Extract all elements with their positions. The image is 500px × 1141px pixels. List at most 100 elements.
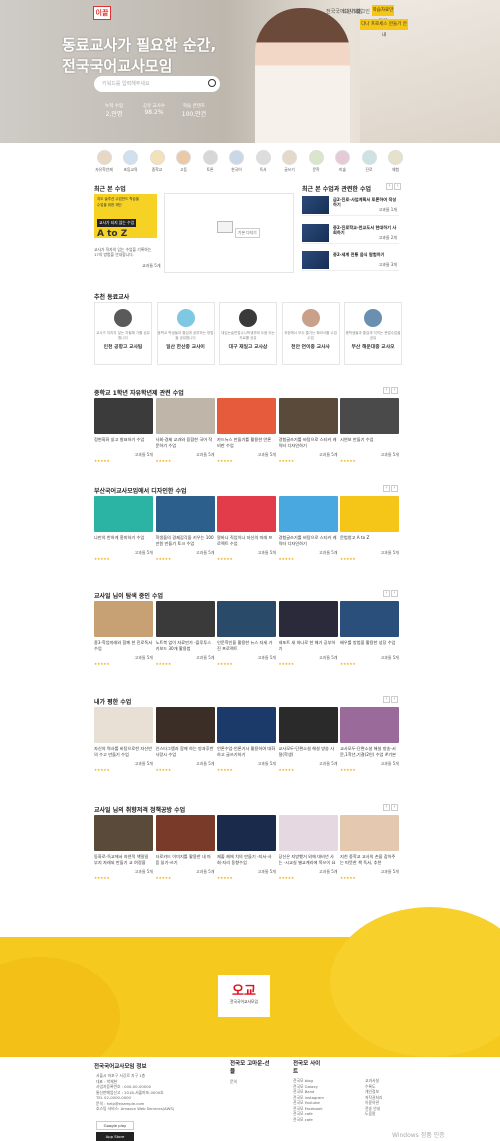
category-item[interactable]: 고등 [172, 150, 196, 173]
nav-item-login[interactable]: 로그인 [356, 8, 370, 15]
star-rating-icon: ★★★★★ [340, 768, 356, 772]
category-item[interactable]: 문학 [304, 150, 328, 173]
lesson-rating: 고과들 5개 [134, 869, 153, 874]
category-item[interactable]: 토론 [198, 150, 222, 173]
search-placeholder[interactable]: 키워드를 입력해주세요 [102, 80, 150, 87]
lesson-rating: 고과들 5개 [257, 550, 276, 555]
lesson-card[interactable]: 학생들의 경제감각을 키우는 100만원 만들기 토크 수업 고과들 5개 ★★★★… [155, 496, 215, 561]
star-rating-icon: ★★★★★ [155, 459, 172, 463]
lesson-thumbnail [340, 707, 399, 743]
category-item[interactable]: 체험 [384, 150, 408, 173]
related-next-arrow[interactable]: › [394, 183, 401, 190]
teacher-card[interactable]: 대입논술면접수시학생부에 도움 되는 자료를 공유 대구 재일고 교사삼 [219, 302, 277, 365]
category-label: 체험 [392, 167, 399, 172]
basic-button[interactable]: 기본 다지기 [235, 228, 260, 238]
category-label: 문학 [312, 167, 320, 172]
lesson-card[interactable]: 시연보 만들기 수업 고과들 5개 ★★★★★ [340, 398, 399, 463]
lesson-card[interactable]: 제출 제에 치의 만들기 -지서-사회-지리 동향수업 고과들 5개 ★★★★★ [217, 815, 276, 880]
category-item[interactable]: 독서 [251, 150, 275, 173]
lesson-card[interactable]: 인문학인을 활용한 뉴스 자세 가진 프로젝트 고과들 5개 ★★★★★ [217, 601, 276, 666]
lesson-card[interactable]: 경험글쓰기를 바탕으로 스티커 캐릭터 디자인하기 고과들 5개 ★★★★★ [278, 496, 338, 561]
lesson-card[interactable]: 인스타그램과 함께 하는 방과후반 사랑시 수업 고과들 5개 ★★★★★ [155, 707, 215, 772]
related-item[interactable]: 급2-진로-사업계획서 토론하여 작성하기 고과들 1개 [302, 196, 399, 216]
category-item[interactable]: 초등교육 [119, 150, 143, 173]
teacher-card[interactable]: 과정에서 모두 즐기는 확라서를 수업 수업 천안 연이중 교사사 [281, 302, 340, 365]
teacher-card[interactable]: 중학교 학생들과 즐겁게 공부하는 방법을 공유합니다 일산 한산중 교사이 [156, 302, 215, 365]
section-next-arrow[interactable]: › [391, 696, 398, 703]
lesson-card[interactable]: 중3·학업미래와 함께 한 진로독서 수업 고과들 5개 ★★★★★ [94, 601, 153, 666]
lesson-thumbnail [278, 601, 338, 637]
teacher-avatar [239, 309, 257, 327]
category-item[interactable]: 중학교 [145, 150, 169, 173]
lesson-card[interactable]: 레포트 새 하나로 한 해가 공부하기 고과들 5개 ★★★★★ [278, 601, 338, 666]
app-store-button[interactable]: App Store [96, 1132, 134, 1141]
category-item[interactable]: 글쓰기 [278, 150, 302, 173]
footer-site-link[interactable]: 전국모 cafe [293, 1117, 313, 1123]
section-prev-arrow[interactable]: ‹ [383, 804, 390, 811]
teacher-card[interactable]: 중학생들과 즐겁게 익히는 문법수업을 공유 부산 해운대중 교사오 [344, 302, 402, 365]
lesson-card[interactable]: 알바나 직업이나 자신의 미래 프로젝트 수업 고과들 5개 ★★★★★ [217, 496, 276, 561]
lesson-title: 타로카드 이미지를 활용한 내 마음 읽기-쓰기 [155, 854, 211, 865]
lesson-title: 교사모두-단편소설 해설 방송 사절(학생) [278, 746, 335, 757]
footer-inquiry[interactable]: 문의 [230, 1079, 237, 1085]
lesson-rating: 고과들 5개 [257, 452, 276, 457]
lesson-card[interactable]: 정변화화 읽고 발표하기 수업 고과들 5개 ★★★★★ [94, 398, 153, 463]
lesson-card[interactable]: 교사모두-단편소설 해설 방송-서문,1학년,기결(2인) 수업 #기본쓰기학습… [340, 707, 399, 772]
create-material-button[interactable]: 학습자료만들기 [372, 5, 394, 24]
teacher-name: 인천 공항고 교사팀 [103, 345, 143, 350]
search-icon[interactable] [208, 79, 216, 87]
lesson-thumbnail [155, 601, 215, 637]
section-next-arrow[interactable]: › [391, 804, 398, 811]
lesson-rating: 고과들 5개 [318, 452, 338, 457]
star-rating-icon: ★★★★★ [340, 459, 356, 463]
lesson-card[interactable]: 자신의 역사를 바탕으로한 자신만의 수고 만들기 수업 고과들 5개 ★★★★★ [94, 707, 153, 772]
lesson-rating: 고과들 5개 [318, 655, 338, 660]
lesson-card[interactable]: 동화로-독교에서 자연적 책밀밀 부지 자래되 만들기 교 여정을 고과들 5개 ★… [94, 815, 153, 880]
section-prev-arrow[interactable]: ‹ [383, 485, 390, 492]
footer-logo[interactable]: 오교 전국국어교사모임 [218, 975, 270, 1017]
site-logo[interactable]: 이끌 [93, 6, 111, 20]
teacher-desc: 중학생들과 즐겁게 익히는 문법수업을 공유 [345, 331, 401, 340]
category-label: 독서 [259, 167, 267, 172]
footer-policy-link[interactable]: 도움말 [365, 1111, 375, 1117]
lesson-card[interactable]: 나만의 반하게 흥미하기 수업 고과들 5개 ★★★★★ [94, 496, 153, 561]
category-item[interactable]: 미술 [331, 150, 355, 173]
related-thumb [302, 224, 329, 242]
recent-banner[interactable]: 지도 솔루션 수업만드 학습을 수업을 위한 재단 교사가 되지 않는 수업 A… [94, 194, 157, 239]
category-item[interactable]: 자유학년제 [92, 150, 116, 173]
teacher-card[interactable]: 교사가 지치지 않는 자필해 기를 공유합니다 인천 공항고 교사팀 [94, 302, 152, 365]
lesson-card[interactable]: 지친 중학교 교사의 손을 잡아주는 따뜻한 책 독서, 추천 고과들 5개 ★★★… [340, 815, 399, 880]
lesson-rating: 고과들 5개 [318, 761, 338, 766]
star-rating-icon: ★★★★★ [94, 557, 110, 561]
section-next-arrow[interactable]: › [391, 590, 398, 597]
lesson-card[interactable]: 당신은 지방했거 외에 대비년 사는 -시교실 별교계리에 목쓰이 요로고과들 … [278, 815, 338, 880]
section-prev-arrow[interactable]: ‹ [383, 387, 390, 394]
section-next-arrow[interactable]: › [391, 485, 398, 492]
lesson-card[interactable]: 카드뉴스 만들기를 활용한 언론 비판 수업 고과들 5개 ★★★★★ [217, 398, 276, 463]
section-title: 교사일 님의 취향저격 정책공방 수업 [94, 807, 186, 814]
related-item[interactable]: 중2-진로학교-천교도서 현대하기 사회하기 고과들 2개 [302, 224, 399, 244]
lesson-card[interactable]: 경험글쓰기를 바탕으로 스티커 캐릭터 디자인하기 고과들 5개 ★★★★★ [278, 398, 338, 463]
category-item[interactable]: 한국어 [225, 150, 249, 173]
lesson-card[interactable]: 배우를 방법을 활용한 성장 수업 고과들 5개 ★★★★★ [340, 601, 399, 666]
category-item[interactable]: 진로 [357, 150, 381, 173]
lesson-card[interactable]: 문법창고 A to Z 고과들 5개 ★★★★★ [340, 496, 399, 561]
search-box[interactable]: 키워드를 입력해주세요 [94, 76, 220, 92]
section-title: 교사일 님이 탐색 중인 수업 [94, 593, 164, 600]
section-prev-arrow[interactable]: ‹ [383, 590, 390, 597]
section-prev-arrow[interactable]: ‹ [383, 696, 390, 703]
lesson-rating: 고과들 5개 [380, 655, 399, 660]
section-next-arrow[interactable]: › [391, 387, 398, 394]
google-play-button[interactable]: Google play [96, 1121, 134, 1130]
lesson-card[interactable]: 언론수업-언론기사 활용하여 대화하고 글쓰기하기 고과들 5개 ★★★★★ [217, 707, 276, 772]
lesson-title: 문법창고 A to Z [340, 535, 370, 540]
related-prev-arrow[interactable]: ‹ [386, 183, 393, 190]
section-title: 중학교 1학년 자유학년제 관련 수업 [94, 390, 184, 397]
process-guide-button[interactable]: 다나 프로세스 만들기 안내 [360, 19, 408, 38]
lesson-card[interactable]: 노트북 없이 자료만가 -플루투스 키보드 30개 활용법 고과들 5개 ★★★★★ [155, 601, 215, 666]
lesson-card[interactable]: 교사모두-단편소설 해설 방송 사절(학생) 고과들 5개 ★★★★★ [278, 707, 338, 772]
related-item[interactable]: 중2-세계 전통 음식 탐험하기 고과들 3개 [302, 251, 399, 271]
lesson-thumbnail [155, 815, 215, 851]
lesson-card[interactable]: 타로카드 이미지를 활용한 내 마음 읽기-쓰기 고과들 5개 ★★★★★ [155, 815, 215, 880]
lesson-card[interactable]: 사회·경제 교과와 융합한 국어 작문하기 수업 고과들 5개 ★★★★★ [155, 398, 215, 463]
